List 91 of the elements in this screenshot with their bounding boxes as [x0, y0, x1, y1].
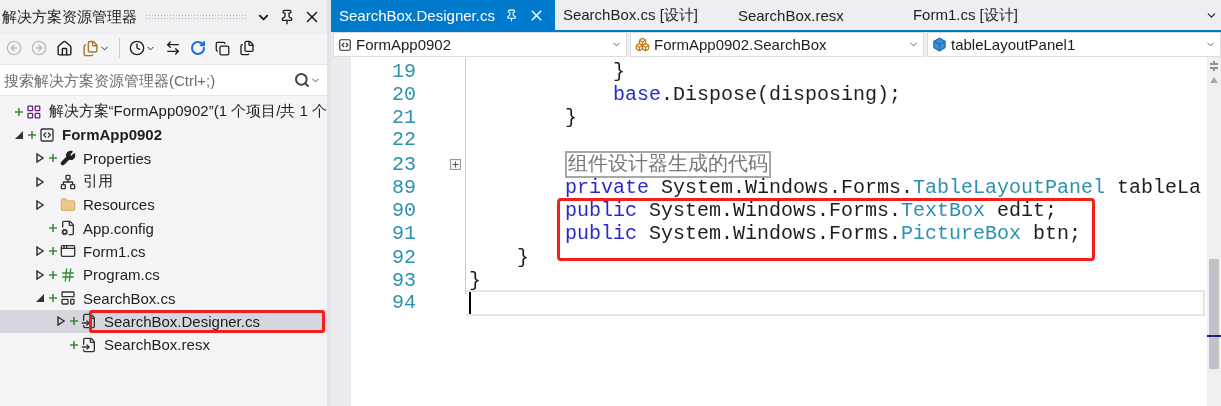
hash-icon	[60, 266, 76, 283]
tree-item-label: 解决方案“FormApp0902”(1 个项目/共 1 个	[48, 102, 327, 122]
solution-icon	[25, 103, 42, 120]
editor-tab[interactable]: SearchBox.cs [设计]	[554, 0, 730, 30]
search-field[interactable]: 搜索解决方案资源管理器(Ctrl+;)	[0, 64, 327, 96]
tree-item-label: SearchBox.resx	[104, 336, 210, 354]
project-icon	[338, 37, 352, 52]
expander-icon[interactable]	[35, 269, 45, 280]
class-icon	[635, 37, 650, 52]
editor-tab[interactable]: SearchBox.Designer.cs	[331, 0, 555, 30]
tree-item[interactable]: 引用	[0, 169, 327, 194]
line-number: 92	[391, 245, 416, 269]
code-line: }	[564, 106, 578, 130]
expand-region-icon[interactable]	[450, 158, 461, 170]
sync-button[interactable]	[165, 40, 181, 56]
code-line: public System.Windows.Forms.PictureBox btn;	[564, 222, 1082, 246]
line-number: 90	[391, 199, 416, 223]
editor-tab[interactable]: Form1.cs [设计]	[904, 0, 1080, 30]
expander-icon[interactable]	[56, 316, 66, 327]
home-button[interactable]	[56, 39, 73, 57]
pin-icon[interactable]	[504, 8, 518, 22]
tree-item[interactable]: Resources	[0, 193, 327, 217]
search-icon	[294, 72, 310, 88]
code-line: base.Dispose(disposing);	[612, 83, 902, 107]
split-icon[interactable]	[1209, 61, 1219, 71]
tree-item[interactable]: SearchBox.Designer.cs	[0, 309, 327, 333]
code-line: }	[469, 268, 481, 292]
expander-icon[interactable]	[35, 246, 45, 257]
tree-item[interactable]: FormApp0902	[0, 123, 327, 147]
tree-item[interactable]: App.config	[0, 216, 327, 240]
tree-item-label: SearchBox.cs	[83, 289, 176, 307]
tree-item-label: SearchBox.Designer.cs	[104, 312, 260, 330]
line-number: 23	[391, 152, 416, 176]
pin-button[interactable]	[279, 9, 295, 25]
folder-icon	[60, 196, 76, 213]
expander-icon[interactable]	[35, 153, 45, 164]
tree-item[interactable]: SearchBox.resx	[0, 332, 327, 357]
tree-item-label: App.config	[83, 219, 154, 237]
expander-icon[interactable]	[35, 199, 45, 210]
line-number: 93	[391, 268, 416, 292]
collapse-all-button[interactable]	[215, 40, 230, 56]
wrench-icon	[60, 150, 76, 167]
code-line: }	[612, 60, 626, 83]
tree-item-label: Resources	[83, 196, 155, 214]
tree-item[interactable]: Properties	[0, 146, 327, 170]
expander-icon[interactable]	[35, 176, 45, 187]
tree-item[interactable]: Program.cs	[0, 263, 327, 287]
code-line: private System.Windows.Forms.TableLayoutPanel tableLa	[564, 175, 1202, 199]
tree-item-label: FormApp0902	[62, 126, 163, 144]
field-icon	[932, 37, 947, 52]
code-line: public System.Windows.Forms.TextBox edit;	[564, 199, 1058, 223]
text-caret	[469, 291, 471, 314]
editor-tab[interactable]: SearchBox.resx	[729, 0, 905, 30]
config-file-icon	[60, 220, 76, 237]
expander-icon[interactable]	[14, 129, 24, 140]
tab-label: Form1.cs [设计]	[912, 5, 1018, 25]
tree-item-label: 引用	[83, 172, 113, 192]
line-number: 91	[391, 222, 416, 246]
file-icon	[81, 336, 97, 353]
tree-item-label: Program.cs	[83, 266, 160, 284]
switch-views-button[interactable]	[82, 39, 110, 57]
references-icon	[60, 173, 76, 190]
line-number: 94	[391, 291, 416, 315]
file-icon	[81, 313, 97, 330]
tree-item[interactable]: SearchBox.cs	[0, 286, 327, 310]
form-icon	[60, 243, 76, 260]
navigation-dropdown[interactable]: FormApp0902	[333, 32, 627, 57]
tree-item-label: Form1.cs	[83, 242, 146, 260]
navigation-dropdown[interactable]: FormApp0902.SearchBox	[630, 32, 924, 57]
pending-changes-button[interactable]	[129, 40, 156, 56]
line-number: 21	[391, 106, 416, 130]
refresh-button[interactable]	[190, 40, 206, 56]
tree-item-label: Properties	[83, 149, 152, 167]
line-number: 89	[391, 175, 416, 199]
tree-item[interactable]: 解决方案“FormApp0902”(1 个项目/共 1 个	[0, 100, 327, 124]
project-icon	[39, 126, 55, 143]
line-number: 20	[391, 83, 416, 107]
tab-label: SearchBox.resx	[737, 6, 844, 24]
user-control-icon	[60, 290, 76, 306]
code-line: }	[516, 245, 529, 269]
search-input[interactable]: 搜索解决方案资源管理器(Ctrl+;)	[2, 70, 294, 90]
tab-label: SearchBox.cs [设计]	[562, 5, 698, 25]
line-number: 19	[391, 60, 416, 83]
tree-item[interactable]: Form1.cs	[0, 239, 327, 264]
tab-label: SearchBox.Designer.cs	[339, 6, 495, 24]
navigation-dropdown[interactable]: tableLayoutPanel1	[927, 32, 1221, 57]
show-all-files-button[interactable]	[239, 40, 255, 56]
line-number: 22	[391, 127, 416, 151]
scrollbar-thumb[interactable]	[1209, 259, 1219, 369]
expander-icon[interactable]	[35, 293, 45, 303]
panel-title: 解决方案资源管理器	[2, 7, 137, 27]
